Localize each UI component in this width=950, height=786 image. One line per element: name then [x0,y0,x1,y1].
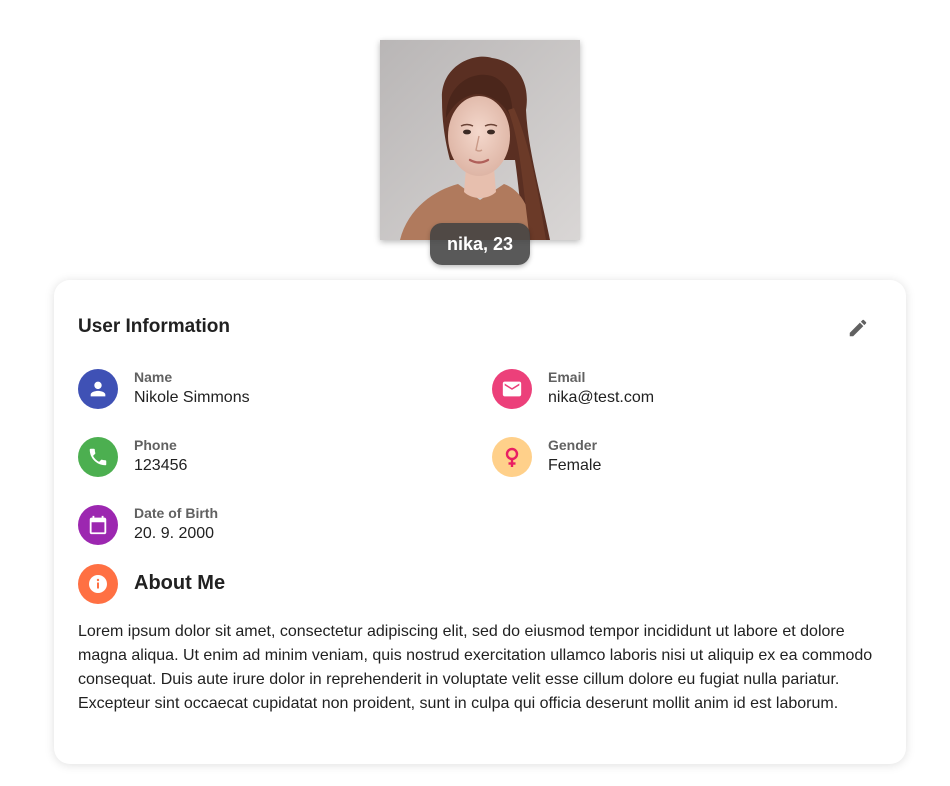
dob-badge [78,505,118,545]
about-badge [78,564,118,604]
phone-value: 123456 [134,457,188,474]
name-value: Nikole Simmons [134,389,250,406]
about-title: About Me [134,572,226,594]
user-info-card: User Information Name Nikole Simmons Ema… [54,280,906,764]
phone-icon [89,448,107,466]
field-email: Email nika@test.com [492,369,872,413]
pencil-icon [849,319,867,337]
phone-badge [78,437,118,477]
about-text: Lorem ipsum dolor sit amet, consectetur … [78,623,873,712]
field-gender: Gender Female [492,437,872,481]
field-phone: Phone 123456 [78,437,458,481]
field-name: Name Nikole Simmons [78,369,458,413]
profile-photo [380,40,580,240]
gender-label: Gender [548,437,598,453]
calendar-icon [89,515,107,535]
profile-photo-frame [380,40,580,240]
mail-icon [502,381,522,397]
email-value: nika@test.com [548,389,655,406]
card-title: User Information [78,316,231,337]
gender-value: Female [548,457,602,474]
field-date-of-birth: Date of Birth 20. 9. 2000 [78,505,458,549]
name-label: Name [134,369,173,385]
edit-button[interactable] [842,312,874,344]
phone-label: Phone [134,437,177,453]
person-icon [90,381,106,397]
name-badge [78,369,118,409]
about-header: About Me [78,564,478,604]
dob-value: 20. 9. 2000 [134,525,215,542]
dob-label: Date of Birth [134,505,218,521]
name-age-chip: nika, 23 [430,223,530,265]
gender-badge [492,437,532,477]
info-icon [89,575,107,593]
email-badge [492,369,532,409]
email-label: Email [548,369,586,385]
profile-page: nika, 23 User Information Name Nikole Si… [0,0,950,786]
female-icon [505,447,519,467]
